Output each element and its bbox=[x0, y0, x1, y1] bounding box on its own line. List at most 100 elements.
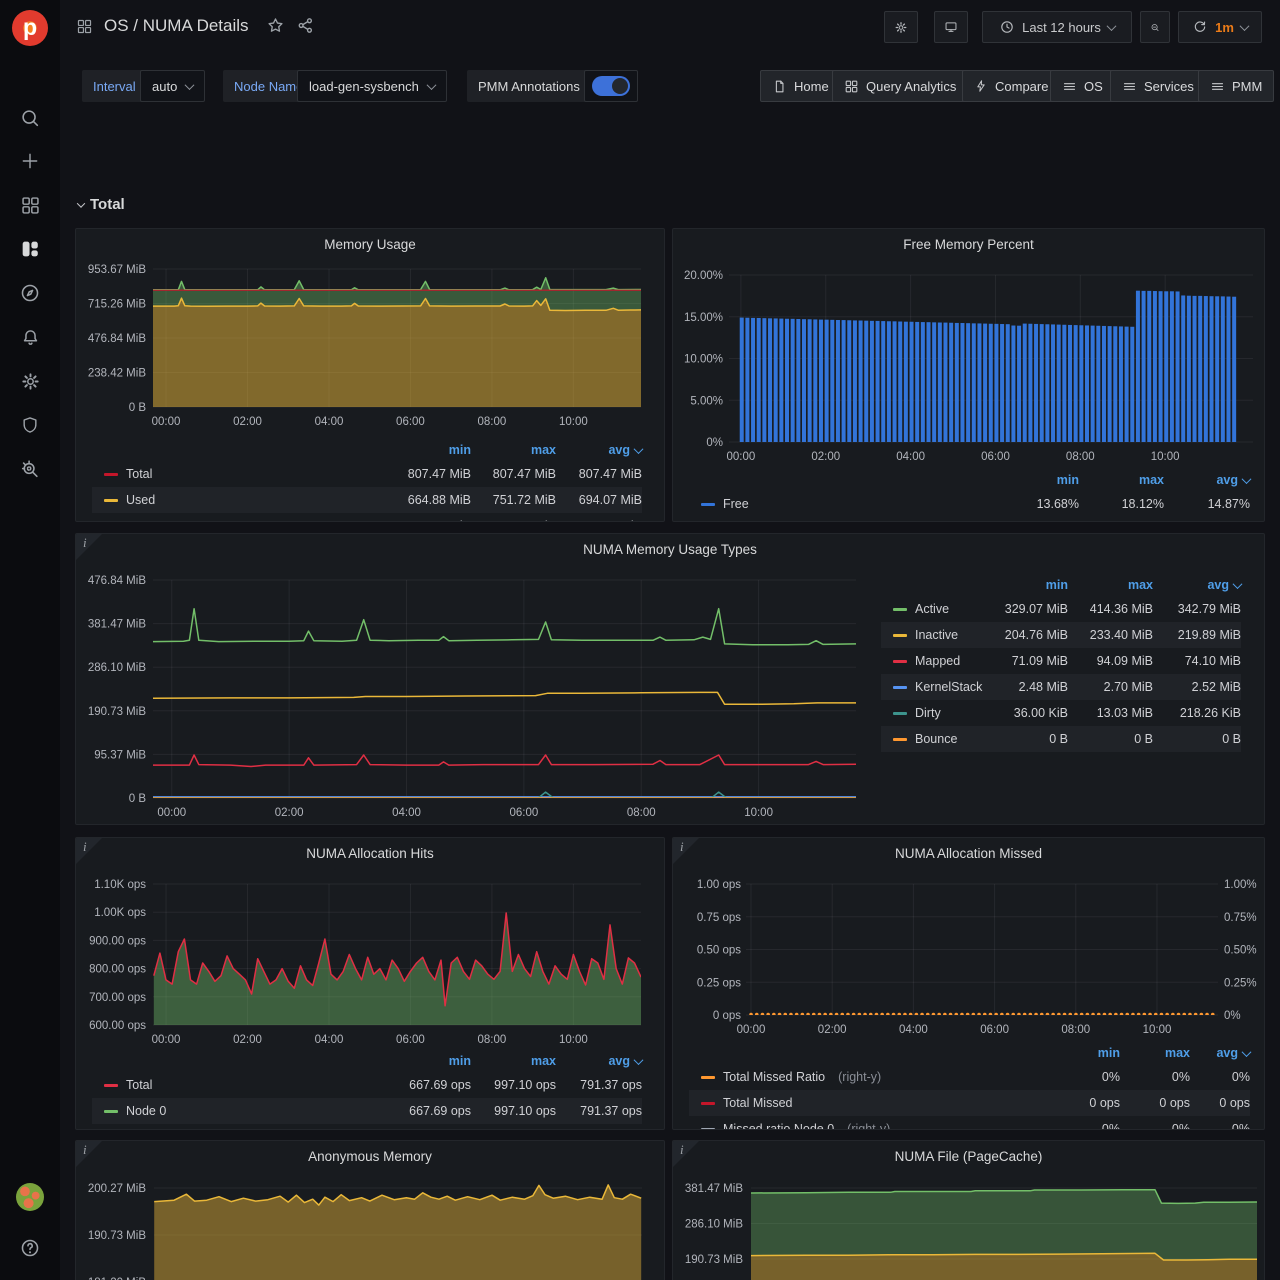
bar bbox=[1079, 325, 1083, 442]
legend-series-label[interactable]: Mapped bbox=[881, 654, 983, 668]
share-icon[interactable] bbox=[296, 16, 315, 35]
legend-series-label[interactable]: Bounce bbox=[881, 732, 983, 746]
refresh-button[interactable]: 1m bbox=[1178, 11, 1262, 43]
legend-row: Total Missed Ratio(right-y)0%0%0% bbox=[689, 1064, 1250, 1090]
bar bbox=[1187, 296, 1191, 442]
bar bbox=[949, 323, 953, 442]
services-link-button[interactable]: Services bbox=[1110, 70, 1206, 102]
bolt-icon bbox=[974, 79, 988, 93]
legend-series-label[interactable]: Total Missed bbox=[689, 1096, 1050, 1110]
os-link-button[interactable]: OS bbox=[1050, 70, 1115, 102]
grid-icon bbox=[844, 79, 859, 94]
x-axis-tick: 08:00 bbox=[478, 1034, 507, 1046]
legend-col-avg[interactable]: avg bbox=[1164, 473, 1250, 487]
legend-col-min[interactable]: min bbox=[386, 1054, 471, 1068]
legend-col-min[interactable]: min bbox=[994, 473, 1079, 487]
percona-logo[interactable]: p bbox=[12, 10, 48, 46]
bar bbox=[927, 322, 931, 442]
pmm-dashboards-icon[interactable] bbox=[10, 229, 50, 269]
x-axis-tick: 10:00 bbox=[1151, 451, 1180, 463]
series-color-swatch bbox=[893, 738, 907, 741]
legend-series-label[interactable]: Total Missed Ratio(right-y) bbox=[689, 1070, 1050, 1084]
explore-compass-icon[interactable] bbox=[10, 273, 50, 313]
pmm-link-button[interactable]: PMM bbox=[1198, 70, 1274, 102]
refresh-icon bbox=[1192, 19, 1208, 35]
zoom-out-button[interactable] bbox=[1140, 11, 1170, 43]
legend-series-label[interactable]: Total bbox=[92, 1078, 386, 1092]
compare-link-button[interactable]: Compare bbox=[962, 70, 1060, 102]
node-name-select[interactable]: load-gen-sysbench bbox=[297, 70, 447, 102]
star-icon[interactable] bbox=[266, 16, 285, 35]
bar bbox=[966, 323, 970, 442]
legend: minmaxavgTotal667.69 ops997.10 ops791.37… bbox=[92, 1050, 642, 1124]
add-icon[interactable] bbox=[10, 141, 50, 181]
legend-col-avg[interactable]: avg bbox=[1190, 1046, 1250, 1060]
legend-col-max[interactable]: max bbox=[1079, 473, 1164, 487]
y-axis-tick: 1.00 ops bbox=[697, 879, 741, 891]
y-axis-tick: 5.00% bbox=[690, 395, 723, 407]
bar bbox=[983, 324, 987, 442]
pmm-annotations-toggle[interactable] bbox=[584, 70, 638, 102]
bar bbox=[1176, 291, 1180, 442]
dashboard-grid-icon[interactable] bbox=[76, 18, 93, 35]
avatar[interactable] bbox=[16, 1183, 44, 1211]
x-axis-tick: 00:00 bbox=[737, 1024, 766, 1036]
section-total-header[interactable]: Total bbox=[78, 196, 125, 213]
series-color-swatch bbox=[893, 686, 907, 689]
dashboards-grid-icon[interactable] bbox=[10, 185, 50, 225]
legend-col-min[interactable]: min bbox=[386, 443, 471, 457]
settings-gear-button[interactable] bbox=[884, 11, 918, 43]
legend-series-label[interactable]: Node 0 bbox=[92, 1104, 386, 1118]
bar bbox=[881, 321, 885, 442]
legend-series-label[interactable]: Active bbox=[881, 602, 983, 616]
legend-col-avg[interactable]: avg bbox=[556, 1054, 642, 1068]
server-admin-shield-icon[interactable] bbox=[10, 405, 50, 445]
tv-kiosk-button[interactable] bbox=[934, 11, 968, 43]
legend-series-label[interactable]: KernelStack bbox=[881, 680, 983, 694]
legend-value: 0% bbox=[1120, 1122, 1190, 1130]
legend-col-avg[interactable]: avg bbox=[1153, 578, 1241, 592]
legend-col-min[interactable]: min bbox=[983, 578, 1068, 592]
legend-series-label[interactable]: Total bbox=[92, 467, 386, 481]
legend-value: 807.47 MiB bbox=[556, 467, 642, 481]
anonymous-memory-chart[interactable]: 200.27 MiB190.73 MiB181.20 MiB bbox=[76, 1141, 665, 1280]
legend-value: 0 B bbox=[983, 732, 1068, 746]
bar bbox=[870, 321, 874, 442]
bar bbox=[802, 319, 806, 442]
legend-series-label[interactable]: Missed ratio Node 0(right-y) bbox=[689, 1122, 1050, 1130]
legend-value: 751.72 MiB bbox=[471, 493, 556, 507]
bar bbox=[1028, 324, 1032, 442]
bar bbox=[960, 323, 964, 442]
configuration-gear-icon[interactable] bbox=[10, 361, 50, 401]
bar bbox=[994, 324, 998, 442]
help-icon[interactable] bbox=[10, 1228, 50, 1268]
series-color-swatch bbox=[893, 634, 907, 637]
alerting-bell-icon[interactable] bbox=[10, 317, 50, 357]
legend-series-label[interactable]: Dirty bbox=[881, 706, 983, 720]
legend-col-max[interactable]: max bbox=[1068, 578, 1153, 592]
bar bbox=[1068, 325, 1072, 442]
search-icon[interactable] bbox=[10, 98, 50, 138]
legend-col-max[interactable]: max bbox=[471, 443, 556, 457]
legend-series-label[interactable]: Inactive bbox=[881, 628, 983, 642]
legend-col-avg[interactable]: avg bbox=[556, 443, 642, 457]
advisors-magnifier-icon[interactable] bbox=[10, 449, 50, 489]
legend-series-label[interactable]: Free bbox=[689, 497, 994, 511]
y-axis-tick: 953.67 MiB bbox=[88, 264, 147, 276]
bar bbox=[791, 319, 795, 442]
legend-series-label[interactable]: Used bbox=[92, 493, 386, 507]
legend-series-label[interactable]: Free bbox=[92, 519, 386, 522]
legend-row: Bounce0 B0 B0 B bbox=[881, 726, 1241, 752]
time-range-picker[interactable]: Last 12 hours bbox=[982, 11, 1132, 43]
interval-select[interactable]: auto bbox=[140, 70, 205, 102]
panel-memory-usage: Memory Usage 953.67 MiB715.26 MiB476.84 … bbox=[75, 228, 665, 522]
legend-col-max[interactable]: max bbox=[1120, 1046, 1190, 1060]
series-color-swatch bbox=[893, 712, 907, 715]
home-link-button[interactable]: Home bbox=[760, 70, 841, 102]
numa-file-pagecache-chart[interactable]: 381.47 MiB286.10 MiB190.73 MiB bbox=[673, 1141, 1265, 1280]
y2-axis-tick: 1.00% bbox=[1224, 879, 1257, 891]
legend-col-max[interactable]: max bbox=[471, 1054, 556, 1068]
query-analytics-link-button[interactable]: Query Analytics bbox=[832, 70, 968, 102]
legend-col-min[interactable]: min bbox=[1050, 1046, 1120, 1060]
bar bbox=[819, 320, 823, 442]
